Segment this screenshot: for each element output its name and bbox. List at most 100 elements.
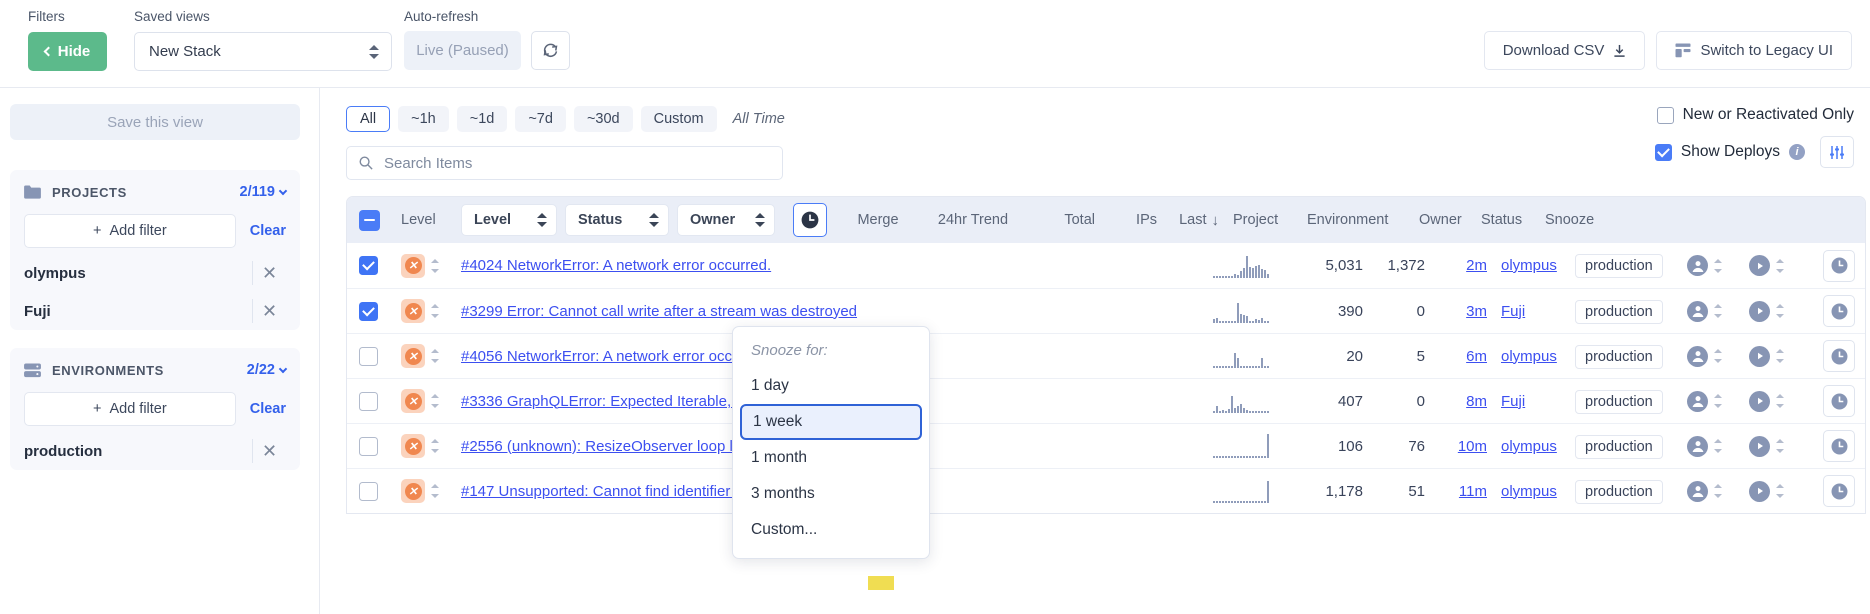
project-link[interactable]: Fuji bbox=[1501, 303, 1525, 320]
owner-stepper[interactable] bbox=[1714, 438, 1723, 454]
snooze-button[interactable] bbox=[1823, 475, 1855, 507]
table-row[interactable]: ✕ #4024 NetworkError: A network error oc… bbox=[347, 243, 1865, 288]
snooze-option-1-month[interactable]: 1 month bbox=[733, 440, 929, 476]
owner-stepper[interactable] bbox=[1714, 258, 1723, 274]
header-total[interactable]: Total bbox=[1025, 212, 1095, 228]
header-owner[interactable]: Owner bbox=[1419, 212, 1481, 228]
status-stepper[interactable] bbox=[1776, 303, 1785, 319]
facet-projects-count[interactable]: 2/119 bbox=[240, 184, 287, 200]
table-row[interactable]: ✕ #4056 NetworkError: A network error oc… bbox=[347, 333, 1865, 378]
select-all-checkbox[interactable] bbox=[359, 210, 380, 231]
range-tab-30d[interactable]: ~30d bbox=[574, 106, 633, 132]
remove-filter-icon[interactable]: ✕ bbox=[252, 299, 286, 323]
row-checkbox[interactable] bbox=[359, 302, 378, 321]
project-link[interactable]: olympus bbox=[1501, 483, 1557, 500]
snooze-option-custom[interactable]: Custom... bbox=[733, 512, 929, 548]
facet-environments-count[interactable]: 2/22 bbox=[247, 362, 286, 378]
refresh-button[interactable] bbox=[531, 31, 570, 70]
header-merge[interactable]: Merge bbox=[835, 212, 921, 228]
project-link[interactable]: olympus bbox=[1501, 257, 1557, 274]
range-tab-1d[interactable]: ~1d bbox=[457, 106, 508, 132]
last-seen-link[interactable]: 10m bbox=[1458, 438, 1487, 455]
clear-environments-link[interactable]: Clear bbox=[250, 401, 286, 417]
header-project[interactable]: Project bbox=[1219, 212, 1307, 228]
item-title-link[interactable]: #4056 NetworkError: A network error occu… bbox=[461, 348, 771, 365]
live-paused-button[interactable]: Live (Paused) bbox=[404, 31, 521, 70]
last-seen-link[interactable]: 11m bbox=[1459, 483, 1487, 500]
last-seen-link[interactable]: 6m bbox=[1466, 348, 1487, 365]
header-ips[interactable]: IPs bbox=[1095, 212, 1157, 228]
table-row[interactable]: ✕ #2556 (unknown): ResizeObserver loop l… bbox=[347, 423, 1865, 468]
save-this-view-button[interactable]: Save this view bbox=[10, 104, 300, 140]
download-icon bbox=[1613, 44, 1626, 58]
item-title-link[interactable]: #3299 Error: Cannot call write after a s… bbox=[461, 303, 857, 320]
snooze-button[interactable] bbox=[1823, 250, 1855, 282]
range-tab-7d[interactable]: ~7d bbox=[515, 106, 566, 132]
last-seen-link[interactable]: 2m bbox=[1466, 257, 1487, 274]
snooze-button[interactable] bbox=[1823, 385, 1855, 417]
row-checkbox[interactable] bbox=[359, 482, 378, 501]
remove-filter-icon[interactable]: ✕ bbox=[252, 439, 286, 463]
snooze-filter-button[interactable] bbox=[793, 203, 827, 237]
status-stepper[interactable] bbox=[1776, 348, 1785, 364]
level-stepper[interactable] bbox=[431, 303, 440, 319]
owner-stepper[interactable] bbox=[1714, 303, 1723, 319]
table-row[interactable]: ✕ #147 Unsupported: Cannot find identifi… bbox=[347, 468, 1865, 513]
range-tab-all[interactable]: All bbox=[346, 106, 390, 132]
project-link[interactable]: olympus bbox=[1501, 348, 1557, 365]
table-row[interactable]: ✕ #3299 Error: Cannot call write after a… bbox=[347, 288, 1865, 333]
column-settings-button[interactable] bbox=[1820, 136, 1854, 168]
owner-stepper[interactable] bbox=[1714, 483, 1723, 499]
range-tab-1h[interactable]: ~1h bbox=[398, 106, 449, 132]
clear-projects-link[interactable]: Clear bbox=[250, 223, 286, 239]
header-status[interactable]: Status bbox=[1481, 212, 1545, 228]
clock-icon bbox=[1830, 392, 1849, 411]
project-link[interactable]: olympus bbox=[1501, 438, 1557, 455]
level-filter-select[interactable]: Level bbox=[461, 204, 557, 236]
project-link[interactable]: Fuji bbox=[1501, 393, 1525, 410]
remove-filter-icon[interactable]: ✕ bbox=[252, 261, 286, 285]
owner-stepper[interactable] bbox=[1714, 393, 1723, 409]
last-seen-link[interactable]: 3m bbox=[1466, 303, 1487, 320]
search-input[interactable] bbox=[382, 154, 770, 173]
new-or-reactivated-checkbox[interactable] bbox=[1657, 107, 1674, 124]
owner-stepper[interactable] bbox=[1714, 348, 1723, 364]
header-environment[interactable]: Environment bbox=[1307, 212, 1419, 228]
row-checkbox[interactable] bbox=[359, 437, 378, 456]
status-stepper[interactable] bbox=[1776, 483, 1785, 499]
show-deploys-checkbox[interactable] bbox=[1655, 144, 1672, 161]
snooze-option-1-day[interactable]: 1 day bbox=[733, 368, 929, 404]
status-stepper[interactable] bbox=[1776, 393, 1785, 409]
snooze-button[interactable] bbox=[1823, 295, 1855, 327]
status-stepper[interactable] bbox=[1776, 438, 1785, 454]
item-title-link[interactable]: #4024 NetworkError: A network error occu… bbox=[461, 257, 771, 274]
status-filter-select[interactable]: Status bbox=[565, 204, 669, 236]
add-filter-environments-button[interactable]: + Add filter bbox=[24, 392, 236, 426]
last-seen-link[interactable]: 8m bbox=[1466, 393, 1487, 410]
row-checkbox[interactable] bbox=[359, 392, 378, 411]
owner-filter-select[interactable]: Owner bbox=[677, 204, 775, 236]
level-stepper[interactable] bbox=[431, 483, 440, 499]
row-checkbox[interactable] bbox=[359, 347, 378, 366]
download-csv-button[interactable]: Download CSV bbox=[1484, 31, 1646, 70]
info-icon[interactable]: i bbox=[1789, 144, 1805, 160]
saved-views-select[interactable]: New Stack bbox=[134, 32, 392, 71]
range-tab-custom[interactable]: Custom bbox=[641, 106, 717, 132]
level-stepper[interactable] bbox=[431, 258, 440, 274]
add-filter-projects-button[interactable]: + Add filter bbox=[24, 214, 236, 248]
snooze-option-1-week[interactable]: 1 week bbox=[740, 404, 922, 440]
search-container[interactable] bbox=[346, 146, 783, 180]
hide-filters-button[interactable]: Hide bbox=[28, 32, 107, 71]
status-stepper[interactable] bbox=[1776, 258, 1785, 274]
header-snooze[interactable]: Snooze bbox=[1545, 212, 1597, 228]
snooze-button[interactable] bbox=[1823, 430, 1855, 462]
switch-legacy-ui-button[interactable]: Switch to Legacy UI bbox=[1656, 31, 1852, 70]
level-stepper[interactable] bbox=[431, 438, 440, 454]
table-row[interactable]: ✕ #3336 GraphQLError: Expected Iterable,… bbox=[347, 378, 1865, 423]
level-stepper[interactable] bbox=[431, 393, 440, 409]
snooze-option-3-months[interactable]: 3 months bbox=[733, 476, 929, 512]
header-last[interactable]: Last ↓ bbox=[1157, 212, 1219, 229]
level-stepper[interactable] bbox=[431, 348, 440, 364]
row-checkbox[interactable] bbox=[359, 256, 378, 275]
snooze-button[interactable] bbox=[1823, 340, 1855, 372]
